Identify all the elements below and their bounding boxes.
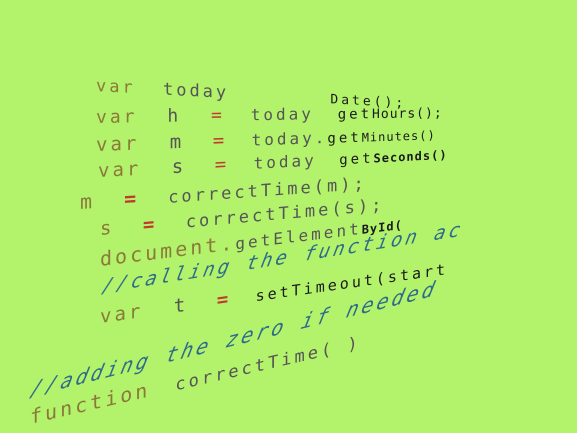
variable-h: h — [167, 105, 182, 127]
variable-s: s — [171, 155, 187, 179]
assign-operator: = — [124, 185, 140, 211]
identifier-today: today. — [251, 127, 328, 150]
identifier-today: today — [162, 79, 230, 103]
keyword-var: var — [96, 106, 138, 128]
assign-operator: = — [214, 153, 230, 176]
variable-m: m — [80, 188, 96, 214]
keyword-var: var — [96, 76, 136, 99]
code-image: var today Date(); var h = today getHours… — [0, 0, 577, 433]
keyword-var: var — [98, 157, 142, 182]
assign-operator: = — [212, 129, 228, 152]
identifier-today: today — [250, 104, 314, 125]
method-get: get — [337, 106, 373, 123]
keyword-var: var — [100, 299, 144, 328]
variable-t: t — [173, 293, 189, 318]
assign-operator: = — [216, 287, 232, 312]
method-call-seconds: Seconds() — [373, 147, 448, 166]
assign-operator: = — [142, 212, 158, 237]
variable-s: s — [100, 216, 115, 240]
keyword-var: var — [96, 132, 140, 156]
method-call-hours: Hours(); — [372, 105, 443, 123]
assign-operator: = — [211, 104, 225, 126]
method-get: get — [339, 150, 374, 169]
identifier-today: today — [253, 150, 317, 173]
variable-m: m — [169, 130, 185, 154]
method-get: get — [327, 129, 362, 147]
